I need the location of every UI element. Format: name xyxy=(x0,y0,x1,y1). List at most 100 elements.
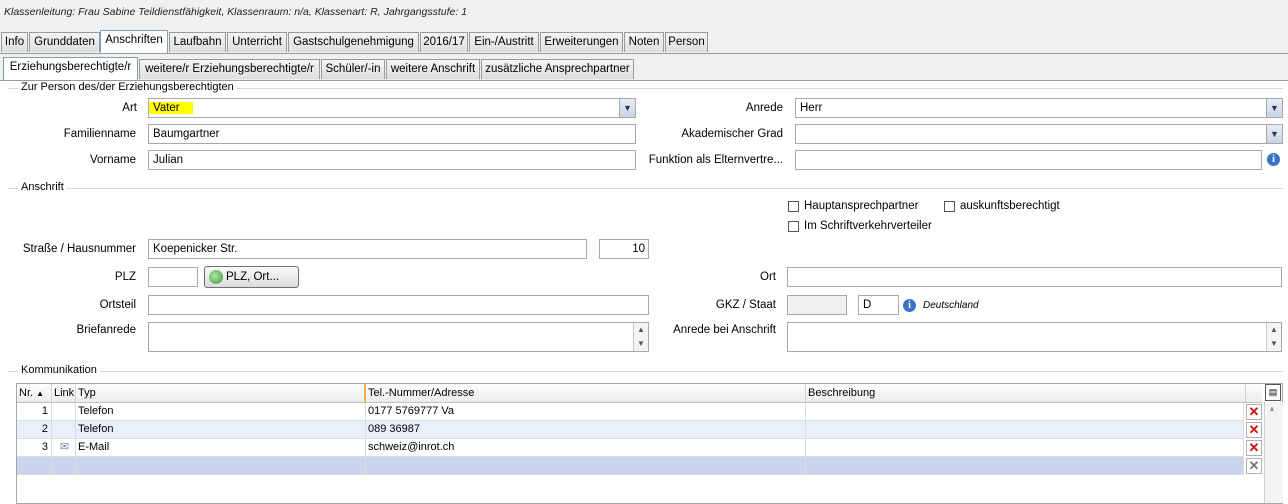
anrede-combo[interactable]: Herr ▼ xyxy=(795,98,1283,118)
auskunftsberechtigt-checkbox[interactable] xyxy=(944,201,955,212)
cell-typ[interactable]: Telefon xyxy=(76,421,366,438)
delete-icon[interactable]: ✕ xyxy=(1246,404,1262,420)
briefanrede-textarea[interactable]: ▲ ▼ xyxy=(148,322,649,352)
group-title-kommunikation: Kommunikation xyxy=(18,364,100,376)
cell-link[interactable] xyxy=(52,403,76,420)
tab-schuljahr[interactable]: 2016/17 xyxy=(420,32,468,52)
vorname-input[interactable]: Julian xyxy=(148,150,636,170)
akademischer-grad-combo[interactable]: ▼ xyxy=(795,124,1283,144)
col-nr[interactable]: Nr. ▲ xyxy=(17,384,52,402)
grid-scrollbar[interactable]: ▲ xyxy=(1264,402,1283,503)
scroll-up-icon[interactable]: ▲ xyxy=(1268,404,1276,413)
sort-asc-icon: ▲ xyxy=(36,389,45,398)
cell-link[interactable] xyxy=(52,457,76,474)
auskunftsberechtigt-label: auskunftsberechtigt xyxy=(960,200,1060,212)
subtab-weitere-erziehungsberechtigte[interactable]: weitere/r Erziehungsberechtigte/r xyxy=(139,59,320,79)
ort-label: Ort xyxy=(760,271,776,283)
gkz-input[interactable] xyxy=(787,295,847,315)
tab-gastschulgenehmigung[interactable]: Gastschulgenehmigung xyxy=(288,32,419,52)
tab-divider xyxy=(0,53,1288,54)
subtab-zusaetzliche-ansprechpartner[interactable]: zusätzliche Ansprechpartner xyxy=(481,59,634,79)
mail-icon[interactable]: ✉ xyxy=(52,439,76,456)
hausnummer-input[interactable]: 10 xyxy=(599,239,649,259)
group-line-anschrift xyxy=(8,188,1283,189)
scroll-down-icon[interactable]: ▼ xyxy=(634,338,648,350)
cell-nr: 3 xyxy=(17,439,52,456)
anrede-bei-anschrift-label: Anrede bei Anschrift xyxy=(673,324,776,336)
hauptansprechpartner-label: Hauptansprechpartner xyxy=(804,200,919,212)
hauptansprechpartner-checkbox[interactable] xyxy=(788,201,799,212)
scroll-down-icon[interactable]: ▼ xyxy=(1267,338,1281,350)
tab-ein-austritt[interactable]: Ein-/Austritt xyxy=(469,32,539,52)
cell-nr: 1 xyxy=(17,403,52,420)
cell-typ[interactable]: E-Mail xyxy=(76,439,366,456)
tab-anschriften[interactable]: Anschriften xyxy=(100,30,168,53)
cell-typ[interactable]: Telefon xyxy=(76,403,366,420)
ort-input[interactable] xyxy=(787,267,1282,287)
cell-typ[interactable] xyxy=(76,457,366,474)
group-title-person: Zur Person des/der Erziehungsberechtigte… xyxy=(18,81,237,93)
col-beschreibung[interactable]: Beschreibung xyxy=(806,384,1246,402)
anrede-value: Herr xyxy=(800,102,823,114)
anrede-anschrift-scrollbar[interactable]: ▲ ▼ xyxy=(1266,323,1281,351)
delete-icon[interactable]: ✕ xyxy=(1246,440,1262,456)
cell-link[interactable] xyxy=(52,421,76,438)
table-row[interactable]: 1 Telefon 0177 5769777 Va xyxy=(17,403,1244,421)
funktion-input[interactable] xyxy=(795,150,1262,170)
art-combo[interactable]: Vater ▼ xyxy=(148,98,636,118)
cell-nummer[interactable] xyxy=(366,457,806,474)
combo-arrow-icon[interactable]: ▼ xyxy=(1266,99,1282,117)
anrede-bei-anschrift-textarea[interactable]: ▲ ▼ xyxy=(787,322,1282,352)
subtab-weitere-anschrift[interactable]: weitere Anschrift xyxy=(386,59,480,79)
gkz-staat-label: GKZ / Staat xyxy=(715,299,776,311)
tab-info[interactable]: Info xyxy=(1,32,28,52)
col-nr-label: Nr. xyxy=(19,387,34,399)
cell-nummer[interactable]: 0177 5769777 Va xyxy=(366,403,806,420)
tab-erweiterungen[interactable]: Erweiterungen xyxy=(540,32,623,52)
col-nummer[interactable]: Tel.-Nummer/Adresse xyxy=(366,384,806,402)
main-tab-bar: Info Grunddaten Anschriften Laufbahn Unt… xyxy=(0,30,1288,54)
subtab-erziehungsberechtigte[interactable]: Erziehungsberechtigte/r xyxy=(3,57,138,80)
staat-input[interactable]: D xyxy=(858,295,899,315)
vorname-label: Vorname xyxy=(89,154,136,166)
cell-beschreibung[interactable] xyxy=(806,439,1244,456)
kommunikation-grid: Nr. ▲ Link Typ Tel.-Nummer/Adresse Besch… xyxy=(16,383,1283,504)
tab-noten[interactable]: Noten xyxy=(624,32,664,52)
strasse-input[interactable]: Koepenicker Str. xyxy=(148,239,587,259)
cell-beschreibung[interactable] xyxy=(806,421,1244,438)
table-row[interactable]: 3 ✉ E-Mail schweiz@inrot.ch xyxy=(17,439,1244,457)
col-link[interactable]: Link xyxy=(52,384,76,402)
new-row[interactable] xyxy=(17,457,1244,475)
delete-icon[interactable]: ✕ xyxy=(1246,422,1262,438)
info-icon[interactable]: i xyxy=(1267,153,1280,166)
plz-ort-button[interactable]: PLZ, Ort... xyxy=(204,266,299,288)
cell-nummer[interactable]: 089 36987 xyxy=(366,421,806,438)
combo-arrow-icon[interactable]: ▼ xyxy=(1266,125,1282,143)
schriftverkehr-checkbox[interactable] xyxy=(788,221,799,232)
cell-nr xyxy=(17,457,52,474)
tab-person[interactable]: Person xyxy=(665,32,708,52)
group-title-anschrift: Anschrift xyxy=(18,181,67,193)
staat-name: Deutschland xyxy=(923,300,979,311)
subtab-schueler[interactable]: Schüler/-in xyxy=(321,59,385,79)
plz-input[interactable] xyxy=(148,267,198,287)
column-chooser-icon[interactable]: ▤ xyxy=(1265,384,1281,401)
table-row[interactable]: 2 Telefon 089 36987 xyxy=(17,421,1244,439)
combo-arrow-icon[interactable]: ▼ xyxy=(619,99,635,117)
cell-nummer[interactable]: schweiz@inrot.ch xyxy=(366,439,806,456)
plz-label: PLZ xyxy=(114,271,136,283)
ortsteil-input[interactable] xyxy=(148,295,649,315)
familienname-input[interactable]: Baumgartner xyxy=(148,124,636,144)
cell-beschreibung[interactable] xyxy=(806,457,1244,474)
scroll-up-icon[interactable]: ▲ xyxy=(1267,324,1281,336)
delete-icon[interactable]: ✕ xyxy=(1246,458,1262,474)
tab-grunddaten[interactable]: Grunddaten xyxy=(29,32,100,52)
schriftverkehr-label: Im Schriftverkehrverteiler xyxy=(804,220,932,232)
funktion-label: Funktion als Elternvertre... xyxy=(648,154,783,166)
familienname-label: Familienname xyxy=(63,128,136,140)
tab-unterricht[interactable]: Unterricht xyxy=(227,32,287,52)
tab-laufbahn[interactable]: Laufbahn xyxy=(169,32,226,52)
info-icon[interactable]: i xyxy=(903,299,916,312)
col-typ[interactable]: Typ xyxy=(76,384,366,402)
cell-beschreibung[interactable] xyxy=(806,403,1244,420)
